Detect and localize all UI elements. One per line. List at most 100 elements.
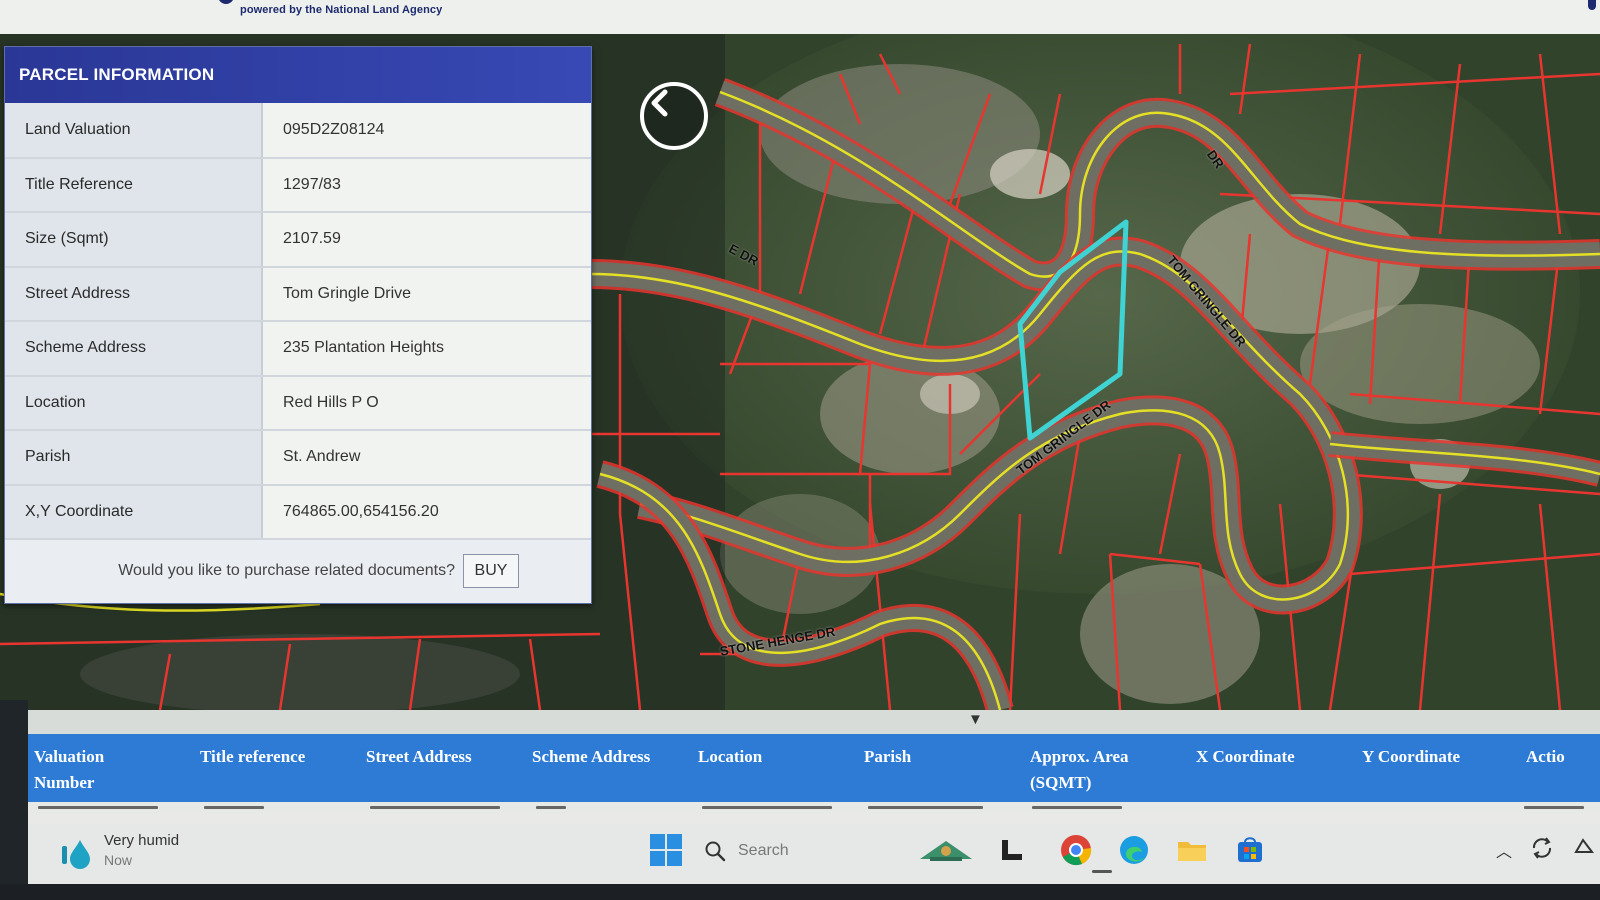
table-row: Street Address Tom Gringle Drive: [5, 266, 591, 322]
column-header-y-coordinate[interactable]: Y Coordinate: [1362, 744, 1460, 770]
column-header-location[interactable]: Location: [698, 744, 762, 770]
cell-fragment: [38, 806, 158, 809]
search-icon: [705, 841, 726, 862]
results-table-header: Valuation Number Title reference Street A…: [28, 734, 1600, 802]
file-manager-art-icon: [1002, 840, 1022, 860]
cell-fragment: [702, 806, 832, 809]
file-manager-icon[interactable]: [994, 832, 1030, 868]
column-header-label: Y Coordinate: [1362, 747, 1461, 766]
table-row: X,Y Coordinate 764865.00,654156.20: [5, 484, 591, 540]
column-header-approx-area[interactable]: Approx. Area (SQMT): [1030, 744, 1129, 796]
folder-icon[interactable]: [1174, 832, 1210, 868]
row-label: X,Y Coordinate: [5, 484, 263, 540]
column-header-action[interactable]: Actio: [1526, 744, 1565, 770]
humidity-icon[interactable]: [60, 836, 94, 870]
column-header-label: Title reference: [200, 747, 306, 766]
copilot-icon[interactable]: [916, 832, 976, 868]
column-header-label: Approx. Area: [1030, 747, 1129, 766]
windows-logo-tile: [667, 834, 682, 849]
taskbar-search[interactable]: Search: [704, 834, 904, 868]
edge-art-icon: [1120, 836, 1148, 864]
table-row: Location Red Hills P O: [5, 375, 591, 431]
table-row[interactable]: [28, 802, 1600, 814]
store-art-icon: [1238, 837, 1262, 862]
copilot-art-icon: [920, 841, 972, 861]
site-header: powered by the National Land Agency: [0, 0, 1600, 34]
cell-fragment: [204, 806, 264, 809]
logo: [218, 0, 234, 4]
screen: powered by the National Land Agency TOM …: [0, 0, 1600, 900]
column-header-label: Scheme Address: [532, 747, 651, 766]
row-value: 235 Plantation Heights: [262, 321, 591, 377]
weather-title: Very humid: [104, 832, 180, 849]
row-label: Street Address: [5, 266, 263, 322]
header-corner-mark: [1588, 0, 1596, 10]
panel-header: PARCEL INFORMATION: [5, 47, 591, 103]
column-header-valuation-number[interactable]: Valuation Number: [34, 744, 104, 796]
row-value: 1297/83: [262, 157, 591, 213]
parcel-information-panel: PARCEL INFORMATION Land Valuation 095D2Z…: [4, 46, 592, 604]
column-header-scheme-address[interactable]: Scheme Address: [532, 744, 650, 770]
row-value: 764865.00,654156.20: [262, 484, 591, 540]
results-collapse-bar: ▼: [28, 710, 1600, 734]
column-header-x-coordinate[interactable]: X Coordinate: [1196, 744, 1295, 770]
column-header-label-line2: (SQMT): [1030, 773, 1092, 792]
store-icon[interactable]: [1232, 832, 1268, 868]
column-header-street-address[interactable]: Street Address: [366, 744, 472, 770]
column-header-label: Street Address: [366, 747, 472, 766]
chevron-up-icon[interactable]: ︿: [1496, 838, 1512, 862]
windows-logo-tile: [650, 834, 665, 849]
column-header-parish[interactable]: Parish: [864, 744, 911, 770]
row-value: St. Andrew: [262, 430, 591, 486]
column-header-label-line2: Number: [34, 773, 95, 792]
column-header-label: Valuation: [34, 747, 105, 766]
parcel-info-table: Land Valuation 095D2Z08124 Title Referen…: [5, 103, 591, 540]
column-header-label: X Coordinate: [1196, 747, 1295, 766]
chrome-art-icon: [1061, 835, 1092, 866]
table-row: Size (Sqmt) 2107.59: [5, 212, 591, 268]
powered-by-text: powered by the National Land Agency: [240, 4, 443, 16]
panel-title: PARCEL INFORMATION: [19, 65, 215, 84]
network-icon[interactable]: [1573, 836, 1595, 858]
table-row: Parish St. Andrew: [5, 430, 591, 486]
column-header-label: Parish: [864, 747, 912, 766]
windows-logo-tile: [667, 851, 682, 866]
folder-art-icon: [1178, 842, 1206, 861]
search-placeholder: Search: [738, 842, 789, 859]
windows-taskbar: Very humid Now Search ︿: [28, 824, 1600, 884]
table-row: Title Reference 1297/83: [5, 157, 591, 213]
row-value: 095D2Z08124: [262, 103, 591, 159]
row-label: Scheme Address: [5, 321, 263, 377]
row-value: Red Hills P O: [262, 375, 591, 431]
row-label: Land Valuation: [5, 103, 263, 159]
sync-icon[interactable]: [1528, 834, 1556, 862]
table-row: Land Valuation 095D2Z08124: [5, 103, 591, 159]
windows-start-button[interactable]: [650, 834, 682, 866]
row-value: Tom Gringle Drive: [262, 266, 591, 322]
table-row: Scheme Address 235 Plantation Heights: [5, 321, 591, 377]
cell-fragment: [1032, 806, 1122, 809]
buy-button[interactable]: BUY: [463, 554, 519, 588]
cell-fragment: [1524, 806, 1584, 809]
cell-fragment: [868, 806, 983, 809]
row-label: Parish: [5, 430, 263, 486]
purchase-row: Would you like to purchase related docum…: [5, 540, 591, 602]
chrome-icon[interactable]: [1058, 832, 1094, 868]
row-label: Location: [5, 375, 263, 431]
purchase-prompt: Would you like to purchase related docum…: [118, 562, 455, 579]
back-button[interactable]: [640, 82, 708, 150]
triangle-down-icon[interactable]: ▼: [968, 711, 983, 728]
row-label: Title Reference: [5, 157, 263, 213]
edge-icon[interactable]: [1116, 832, 1152, 868]
column-header-title-reference[interactable]: Title reference: [200, 744, 305, 770]
weather-time: Now: [104, 852, 133, 868]
table-row-remainder: [28, 814, 1600, 824]
column-header-label: Location: [698, 747, 763, 766]
cell-fragment: [536, 806, 566, 809]
cell-fragment: [370, 806, 500, 809]
monitor-bezel-bottom: [0, 884, 1600, 900]
chevron-left-icon: [651, 89, 668, 117]
active-app-indicator: [1092, 870, 1112, 873]
row-value: 2107.59: [262, 212, 591, 268]
monitor-bezel: [0, 700, 28, 900]
